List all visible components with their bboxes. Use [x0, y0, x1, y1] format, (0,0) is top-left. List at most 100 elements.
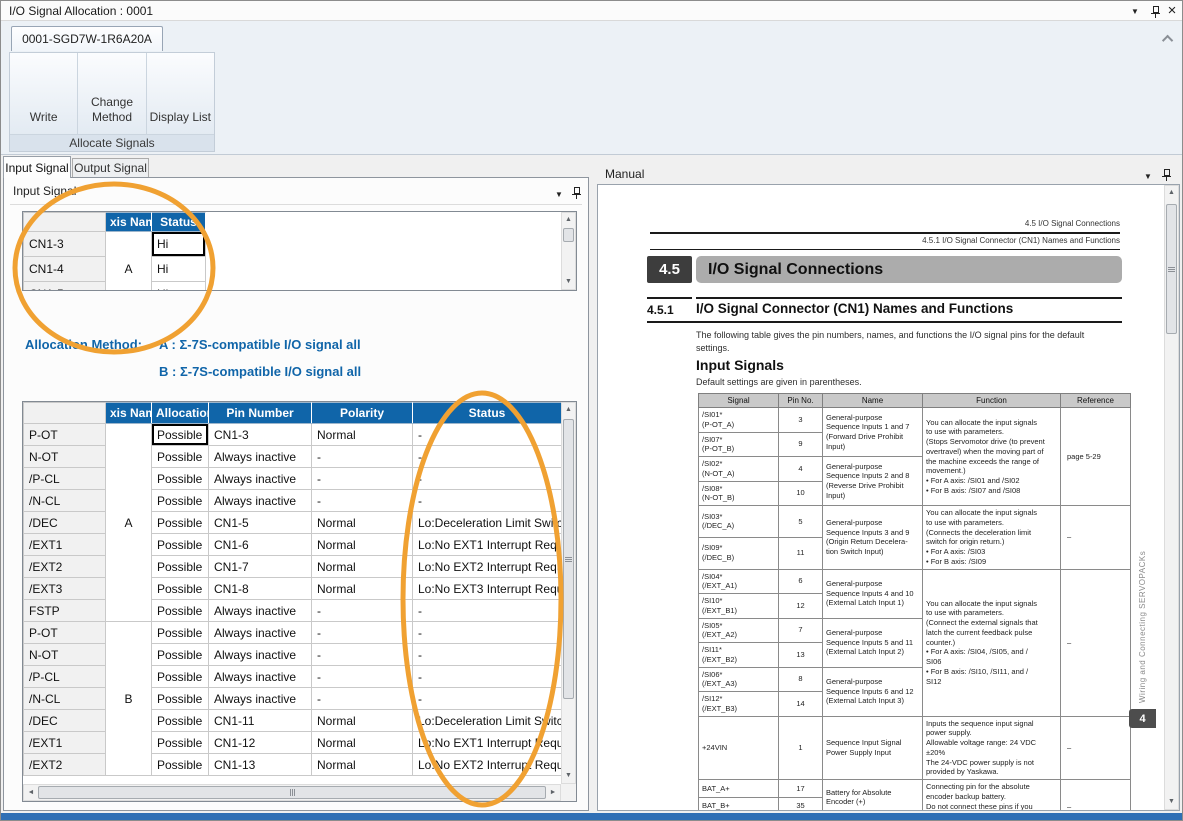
status-cell[interactable]: -	[413, 490, 562, 512]
allocation-cell[interactable]: Possible	[152, 688, 209, 710]
status-cell[interactable]: Lo:No EXT2 Interrupt Requ	[413, 556, 562, 578]
scroll-up-icon[interactable]: ▲	[562, 213, 575, 227]
status-cell[interactable]: Hi	[152, 257, 206, 282]
signal-name-cell[interactable]: P-OT	[24, 424, 106, 446]
polarity-cell[interactable]: -	[312, 688, 413, 710]
scroll-down-icon[interactable]: ▼	[562, 769, 575, 783]
status-cell[interactable]: Lo:Deceleration Limit Switc	[413, 710, 562, 732]
pin-number-cell[interactable]: Always inactive	[209, 688, 312, 710]
panel-dropdown-icon[interactable]: ▼	[552, 187, 566, 201]
status-cell[interactable]: -	[413, 446, 562, 468]
ribbon-collapse-button[interactable]	[1159, 31, 1179, 47]
pin-number-cell[interactable]: CN1-12	[209, 732, 312, 754]
status-cell[interactable]: Lo:No EXT2 Interrupt Requ	[413, 754, 562, 776]
polarity-cell[interactable]: Normal	[312, 732, 413, 754]
allocation-cell[interactable]: Possible	[152, 556, 209, 578]
status-cell[interactable]: Hi	[152, 282, 206, 292]
allocation-cell[interactable]: Possible	[152, 666, 209, 688]
scroll-left-icon[interactable]: ◄	[26, 786, 36, 800]
scrollbar-horizontal[interactable]: ◄ ►	[23, 784, 561, 801]
allocation-cell[interactable]: Possible	[152, 754, 209, 776]
scroll-down-icon[interactable]: ▼	[562, 275, 575, 289]
status-cell[interactable]: Hi	[152, 232, 206, 257]
polarity-cell[interactable]: -	[312, 490, 413, 512]
signal-name-cell[interactable]: N-OT	[24, 446, 106, 468]
status-cell[interactable]: -	[413, 622, 562, 644]
status-cell[interactable]: -	[413, 424, 562, 446]
status-cell[interactable]: Lo:No EXT1 Interrupt Requ	[413, 534, 562, 556]
change-method-button[interactable]: Change Method	[78, 53, 146, 134]
write-button[interactable]: Write	[10, 53, 78, 134]
status-cell[interactable]: Lo:No EXT1 Interrupt Requ	[413, 732, 562, 754]
signal-name-cell[interactable]: /EXT2	[24, 754, 106, 776]
allocation-cell[interactable]: Possible	[152, 424, 209, 446]
status-cell[interactable]: -	[413, 688, 562, 710]
pin-number-cell[interactable]: Always inactive	[209, 644, 312, 666]
allocation-cell[interactable]: Possible	[152, 644, 209, 666]
signal-name-cell[interactable]: /EXT3	[24, 578, 106, 600]
scroll-down-icon[interactable]: ▼	[1165, 795, 1178, 809]
pin-number-cell[interactable]: CN1-8	[209, 578, 312, 600]
scroll-up-icon[interactable]: ▲	[1165, 186, 1178, 200]
polarity-cell[interactable]: Normal	[312, 512, 413, 534]
signal-name-cell[interactable]: /P-CL	[24, 666, 106, 688]
allocation-cell[interactable]: Possible	[152, 490, 209, 512]
pin-number-cell[interactable]: Always inactive	[209, 468, 312, 490]
display-list-button[interactable]: Display List	[147, 53, 214, 134]
allocation-cell[interactable]: Possible	[152, 512, 209, 534]
status-cell[interactable]: -	[413, 600, 562, 622]
window-pin-icon[interactable]	[1147, 3, 1163, 19]
allocation-cell[interactable]: Possible	[152, 468, 209, 490]
pin-row-header-cell[interactable]: CN1-3	[24, 232, 106, 257]
pin-number-cell[interactable]: Always inactive	[209, 600, 312, 622]
scrollbar-vertical[interactable]: ▲ ▼	[561, 212, 576, 290]
pin-number-cell[interactable]: Always inactive	[209, 622, 312, 644]
device-tab[interactable]: 0001-SGD7W-1R6A20A	[11, 26, 163, 51]
axis-name-cell[interactable]: A	[106, 424, 152, 622]
pin-number-cell[interactable]: CN1-7	[209, 556, 312, 578]
allocation-cell[interactable]: Possible	[152, 732, 209, 754]
pin-number-cell[interactable]: CN1-6	[209, 534, 312, 556]
polarity-cell[interactable]: -	[312, 468, 413, 490]
pin-number-cell[interactable]: Always inactive	[209, 446, 312, 468]
tab-output-signal[interactable]: Output Signal	[72, 158, 149, 178]
status-cell[interactable]: Lo:Deceleration Limit Switc	[413, 512, 562, 534]
polarity-cell[interactable]: Normal	[312, 534, 413, 556]
polarity-cell[interactable]: Normal	[312, 424, 413, 446]
scroll-right-icon[interactable]: ►	[548, 786, 558, 800]
tab-input-signal[interactable]: Input Signal	[3, 156, 71, 178]
axis-name-cell[interactable]: A	[106, 232, 152, 292]
polarity-cell[interactable]: -	[312, 600, 413, 622]
allocation-cell[interactable]: Possible	[152, 446, 209, 468]
polarity-cell[interactable]: Normal	[312, 754, 413, 776]
signal-name-cell[interactable]: /DEC	[24, 512, 106, 534]
polarity-cell[interactable]: -	[312, 622, 413, 644]
signal-name-cell[interactable]: /N-CL	[24, 490, 106, 512]
polarity-cell[interactable]: -	[312, 644, 413, 666]
pin-number-cell[interactable]: CN1-11	[209, 710, 312, 732]
signal-name-cell[interactable]: P-OT	[24, 622, 106, 644]
pin-number-cell[interactable]: CN1-5	[209, 512, 312, 534]
signal-name-cell[interactable]: FSTP	[24, 600, 106, 622]
pin-row-header-cell[interactable]: CN1-5	[24, 282, 106, 292]
signal-name-cell[interactable]: /N-CL	[24, 688, 106, 710]
polarity-cell[interactable]: Normal	[312, 578, 413, 600]
signal-name-cell[interactable]: N-OT	[24, 644, 106, 666]
status-cell[interactable]: -	[413, 468, 562, 490]
panel-dropdown-icon[interactable]: ▼	[1141, 169, 1155, 183]
axis-name-cell[interactable]: B	[106, 622, 152, 776]
signal-name-cell[interactable]: /EXT1	[24, 732, 106, 754]
pin-number-cell[interactable]: CN1-13	[209, 754, 312, 776]
window-menu-dropdown-icon[interactable]: ▼	[1127, 3, 1143, 19]
pin-number-cell[interactable]: Always inactive	[209, 490, 312, 512]
polarity-cell[interactable]: Normal	[312, 710, 413, 732]
allocation-cell[interactable]: Possible	[152, 578, 209, 600]
pin-number-cell[interactable]: CN1-3	[209, 424, 312, 446]
pin-row-header-cell[interactable]: CN1-4	[24, 257, 106, 282]
allocation-cell[interactable]: Possible	[152, 600, 209, 622]
scroll-up-icon[interactable]: ▲	[562, 403, 575, 417]
allocation-cell[interactable]: Possible	[152, 534, 209, 556]
window-close-icon[interactable]: ×	[1164, 3, 1180, 19]
polarity-cell[interactable]: -	[312, 666, 413, 688]
allocation-cell[interactable]: Possible	[152, 622, 209, 644]
